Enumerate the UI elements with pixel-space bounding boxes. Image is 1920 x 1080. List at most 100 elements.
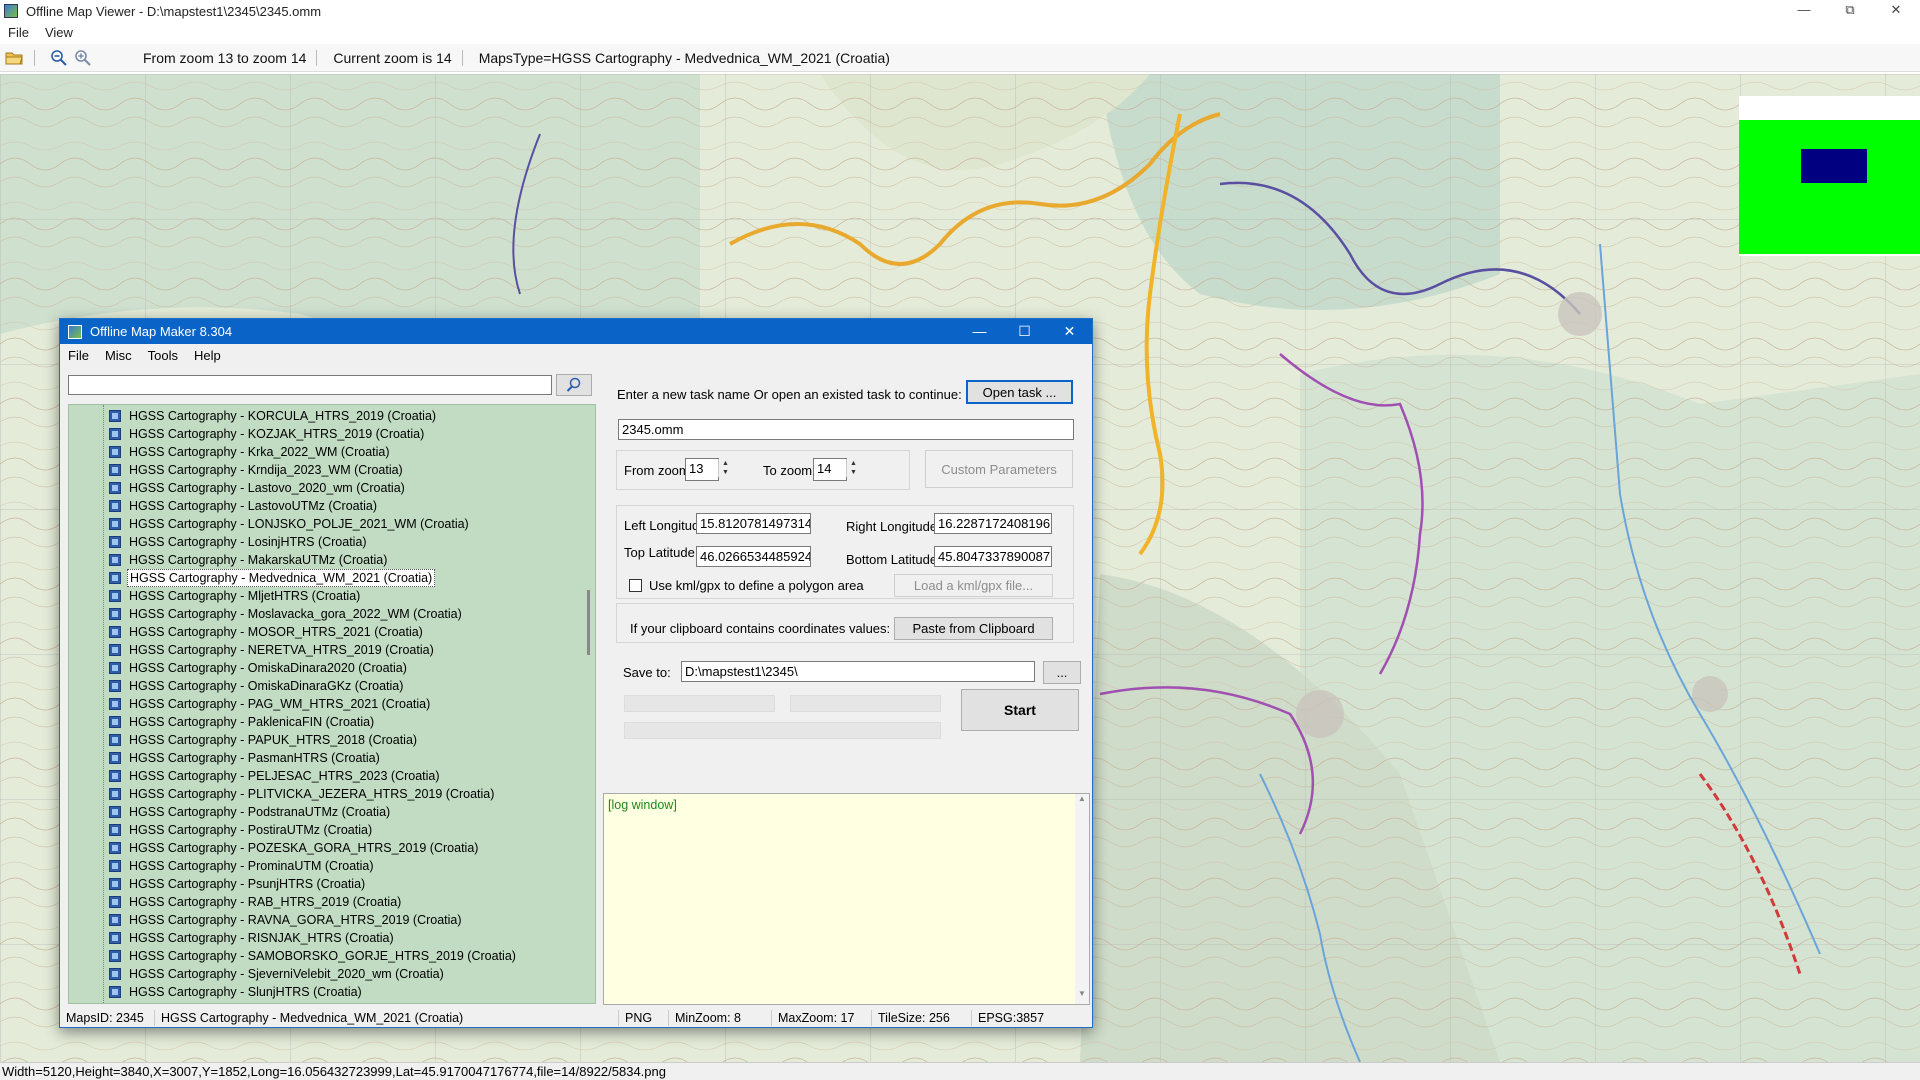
- map-list-item[interactable]: HGSS Cartography - MljetHTRS (Croatia): [69, 587, 581, 605]
- map-tile-icon: [109, 986, 121, 998]
- app-icon: [4, 4, 18, 18]
- start-button[interactable]: Start: [961, 689, 1079, 731]
- map-list-item[interactable]: HGSS Cartography - LONJSKO_POLJE_2021_WM…: [69, 515, 581, 533]
- to-zoom-spinner[interactable]: ▲ ▼: [846, 459, 860, 477]
- map-list-item[interactable]: HGSS Cartography - PaklenicaFIN (Croatia…: [69, 713, 581, 731]
- map-list-item[interactable]: HGSS Cartography - POZESKA_GORA_HTRS_201…: [69, 839, 581, 857]
- map-list-item[interactable]: HGSS Cartography - SAMOBORSKO_GORJE_HTRS…: [69, 947, 581, 965]
- map-list-item[interactable]: HGSS Cartography - OmiskaDinara2020 (Cro…: [69, 659, 581, 677]
- map-list-item-label: HGSS Cartography - RAB_HTRS_2019 (Croati…: [129, 895, 402, 909]
- map-list-item[interactable]: HGSS Cartography - Krka_2022_WM (Croatia…: [69, 443, 581, 461]
- zoom-out-icon[interactable]: [49, 48, 69, 68]
- open-task-button[interactable]: Open task ...: [966, 380, 1073, 404]
- map-list-scroll-thumb[interactable]: [587, 590, 590, 655]
- map-list-item[interactable]: HGSS Cartography - MOSOR_HTRS_2021 (Croa…: [69, 623, 581, 641]
- map-list-item[interactable]: HGSS Cartography - PAG_WM_HTRS_2021 (Cro…: [69, 695, 581, 713]
- map-list-item[interactable]: HGSS Cartography - PasmanHTRS (Croatia): [69, 749, 581, 767]
- dialog-menu-file[interactable]: File: [60, 348, 97, 363]
- kml-polygon-checkbox[interactable]: [629, 579, 642, 592]
- map-list-item[interactable]: HGSS Cartography - PsunjHTRS (Croatia): [69, 875, 581, 893]
- map-list-scrollbar[interactable]: [579, 405, 595, 1003]
- progress-bar-1: [624, 695, 775, 712]
- map-list-item-label: HGSS Cartography - MakarskaUTMz (Croatia…: [129, 553, 388, 567]
- top-latitude-field[interactable]: 46.0266534485924: [696, 546, 811, 567]
- map-list-item[interactable]: HGSS Cartography - RAVNA_GORA_HTRS_2019 …: [69, 911, 581, 929]
- to-zoom-field[interactable]: 14: [813, 458, 847, 481]
- map-list-item[interactable]: HGSS Cartography - PAPUK_HTRS_2018 (Croa…: [69, 731, 581, 749]
- dialog-close-button[interactable]: ✕: [1047, 319, 1092, 344]
- map-list-item[interactable]: HGSS Cartography - PELJESAC_HTRS_2023 (C…: [69, 767, 581, 785]
- map-list-item[interactable]: HGSS Cartography - Krndija_2023_WM (Croa…: [69, 461, 581, 479]
- map-list-item[interactable]: HGSS Cartography - MakarskaUTMz (Croatia…: [69, 551, 581, 569]
- bottom-latitude-field[interactable]: 45.8047337890087: [934, 546, 1052, 567]
- from-zoom-spinner[interactable]: ▲ ▼: [718, 459, 732, 477]
- map-list-item[interactable]: HGSS Cartography - OmiskaDinaraGKz (Croa…: [69, 677, 581, 695]
- spin-down-icon[interactable]: ▼: [847, 468, 860, 477]
- dialog-menu-help[interactable]: Help: [186, 348, 229, 363]
- map-list-item[interactable]: HGSS Cartography - PodstranaUTMz (Croati…: [69, 803, 581, 821]
- map-list-item-label: HGSS Cartography - PsunjHTRS (Croatia): [129, 877, 366, 891]
- custom-parameters-button[interactable]: Custom Parameters: [925, 450, 1073, 488]
- browse-folder-button[interactable]: ...: [1043, 661, 1081, 684]
- map-list-item[interactable]: HGSS Cartography - LastovoUTMz (Croatia): [69, 497, 581, 515]
- map-list-item-label: HGSS Cartography - RISNJAK_HTRS (Croatia…: [129, 931, 394, 945]
- dialog-menu-bar: File Misc Tools Help: [60, 345, 1092, 365]
- map-type-tree[interactable]: HGSS Cartography - KORCULA_HTRS_2019 (Cr…: [68, 404, 596, 1004]
- map-list-item[interactable]: HGSS Cartography - PostiraUTMz (Croatia): [69, 821, 581, 839]
- menu-file[interactable]: File: [0, 25, 37, 40]
- from-zoom-field[interactable]: 13: [685, 458, 719, 481]
- left-longitude-field[interactable]: 15.8120781497314: [696, 513, 811, 534]
- map-list-item[interactable]: HGSS Cartography - LosinjHTRS (Croatia): [69, 533, 581, 551]
- from-zoom-label: From zoom: [624, 463, 690, 478]
- progress-bar-total: [624, 722, 941, 739]
- viewer-toolbar: From zoom 13 to zoom 14 Current zoom is …: [0, 44, 1920, 72]
- map-list-item[interactable]: HGSS Cartography - ProminaUTM (Croatia): [69, 857, 581, 875]
- map-list-item[interactable]: HGSS Cartography - RISNJAK_HTRS (Croatia…: [69, 929, 581, 947]
- map-list-item[interactable]: HGSS Cartography - RAB_HTRS_2019 (Croati…: [69, 893, 581, 911]
- right-longitude-field[interactable]: 16.2287172408196: [934, 513, 1052, 534]
- minimize-button[interactable]: —: [1784, 0, 1824, 22]
- open-folder-icon[interactable]: [4, 48, 24, 68]
- overview-minimap[interactable]: [1739, 96, 1920, 256]
- map-search-input[interactable]: [68, 375, 552, 395]
- save-to-field[interactable]: D:\mapstest1\2345\: [681, 661, 1035, 682]
- map-list-item[interactable]: HGSS Cartography - SjeverniVelebit_2020_…: [69, 965, 581, 983]
- dialog-minimize-button[interactable]: —: [957, 319, 1002, 344]
- close-button[interactable]: ✕: [1876, 0, 1916, 22]
- paste-from-clipboard-button[interactable]: Paste from Clipboard: [894, 617, 1053, 640]
- map-list-item[interactable]: HGSS Cartography - KOZJAK_HTRS_2019 (Cro…: [69, 425, 581, 443]
- zoom-in-icon[interactable]: [73, 48, 93, 68]
- overview-viewport-box[interactable]: [1801, 149, 1867, 183]
- map-list-item[interactable]: HGSS Cartography - PLITVICKA_JEZERA_HTRS…: [69, 785, 581, 803]
- map-list-item[interactable]: HGSS Cartography - NERETVA_HTRS_2019 (Cr…: [69, 641, 581, 659]
- dialog-menu-misc[interactable]: Misc: [97, 348, 140, 363]
- map-list-item-label: HGSS Cartography - OmiskaDinaraGKz (Croa…: [129, 679, 404, 693]
- map-list-item-label: HGSS Cartography - MljetHTRS (Croatia): [129, 589, 361, 603]
- map-list-item[interactable]: HGSS Cartography - SlunjHTRS (Croatia): [69, 983, 581, 1001]
- scroll-down-icon[interactable]: ▼: [1075, 989, 1089, 998]
- map-tile-icon: [109, 500, 121, 512]
- map-list-item[interactable]: HGSS Cartography - Lastovo_2020_wm (Croa…: [69, 479, 581, 497]
- scroll-up-icon[interactable]: ▲: [1075, 794, 1089, 803]
- task-name-field[interactable]: 2345.omm: [618, 419, 1074, 440]
- load-kml-button[interactable]: Load a kml/gpx file...: [894, 574, 1053, 597]
- spin-down-icon[interactable]: ▼: [719, 468, 732, 477]
- spin-up-icon[interactable]: ▲: [847, 459, 860, 468]
- map-list-item-label: HGSS Cartography - PodstranaUTMz (Croati…: [129, 805, 391, 819]
- status-format: PNG: [619, 1010, 669, 1026]
- current-zoom-text: Current zoom is 14: [333, 49, 452, 66]
- dialog-maximize-button[interactable]: ☐: [1002, 319, 1047, 344]
- dialog-menu-tools[interactable]: Tools: [140, 348, 186, 363]
- map-tile-icon: [109, 914, 121, 926]
- log-scrollbar[interactable]: ▲ ▼: [1075, 794, 1089, 1004]
- menu-view[interactable]: View: [37, 25, 81, 40]
- map-list-item[interactable]: HGSS Cartography - Moslavacka_gora_2022_…: [69, 605, 581, 623]
- map-list-item[interactable]: HGSS Cartography - KORCULA_HTRS_2019 (Cr…: [69, 407, 581, 425]
- log-window[interactable]: [log window] ▲ ▼: [603, 793, 1090, 1005]
- map-tile-icon: [109, 824, 121, 836]
- map-list-item[interactable]: HGSS Cartography - Medvednica_WM_2021 (C…: [69, 569, 581, 587]
- restore-button[interactable]: ⧉: [1830, 0, 1870, 22]
- search-button[interactable]: [556, 374, 592, 396]
- map-list-item-label: HGSS Cartography - KOZJAK_HTRS_2019 (Cro…: [129, 427, 425, 441]
- spin-up-icon[interactable]: ▲: [719, 459, 732, 468]
